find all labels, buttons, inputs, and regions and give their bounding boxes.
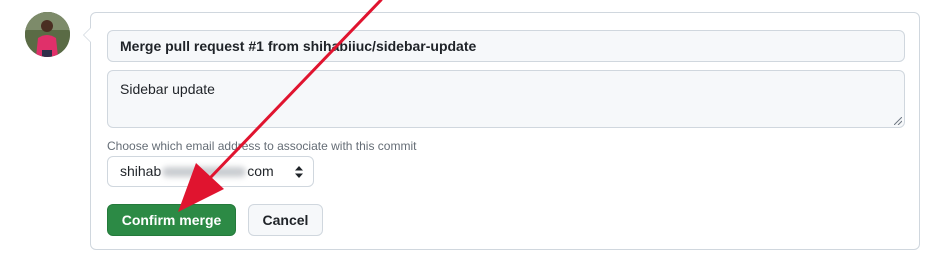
confirm-merge-button[interactable]: Confirm merge [107, 204, 236, 236]
avatar[interactable] [25, 12, 70, 57]
resize-handle-icon[interactable] [894, 117, 902, 125]
email-suffix: com [247, 163, 274, 179]
cancel-button[interactable]: Cancel [248, 204, 323, 236]
email-select[interactable]: shihab com [107, 156, 314, 187]
email-prefix: shihab [120, 163, 162, 179]
merge-commit-form: Merge pull request #1 from shihabiiuc/si… [83, 12, 920, 250]
email-redacted [162, 167, 247, 178]
commit-message-text: Sidebar update [120, 81, 215, 97]
updown-chevron-icon [295, 166, 303, 178]
commit-message-textarea[interactable]: Sidebar update [107, 70, 905, 128]
commit-title-input[interactable]: Merge pull request #1 from shihabiiuc/si… [107, 30, 905, 62]
merge-page: Merge pull request #1 from shihabiiuc/si… [0, 0, 934, 260]
email-select-label: Choose which email address to associate … [107, 139, 417, 153]
speech-pointer-fill [84, 27, 92, 43]
